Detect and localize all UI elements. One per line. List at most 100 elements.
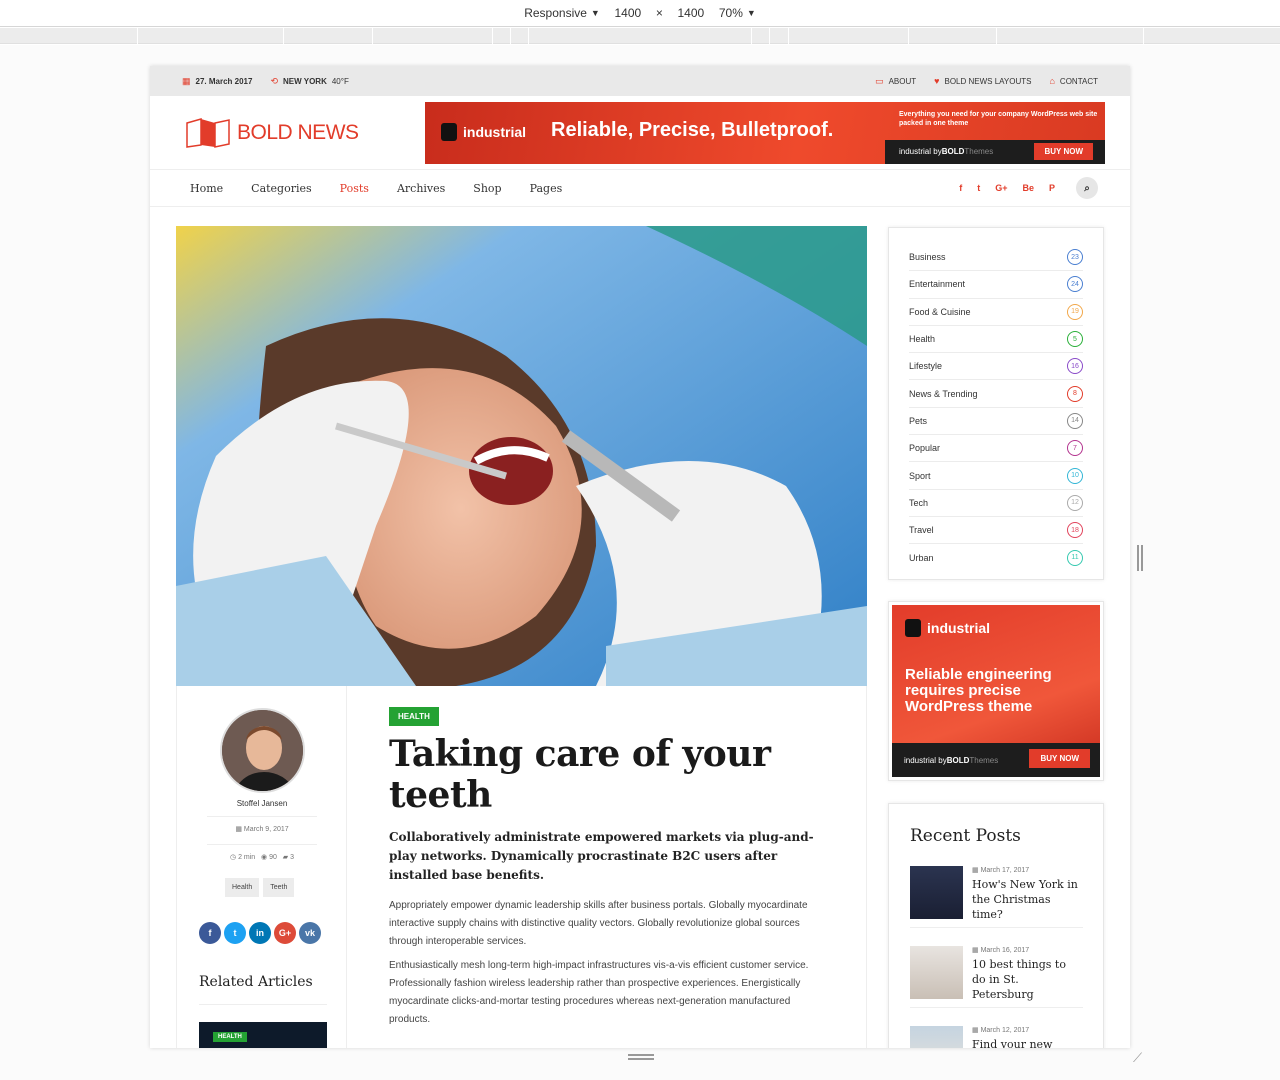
recent-post-date: ▦ March 12, 2017 — [972, 1027, 1030, 1034]
ad-buy-button[interactable]: BUY NOW — [1029, 749, 1090, 768]
media-query-ruler[interactable] — [0, 28, 1280, 44]
ad-text: Reliable engineering requires precise Wo… — [905, 666, 1052, 715]
category-count-badge: 18 — [1067, 522, 1083, 539]
tag-teeth[interactable]: Teeth — [263, 878, 295, 897]
zoom-select[interactable]: 70% ▼ — [719, 6, 756, 20]
about-link[interactable]: ▭ ABOUT — [875, 76, 916, 87]
recent-post[interactable]: ▦ March 12, 2017 Find your new apartment… — [910, 1026, 1083, 1048]
post-date-line: ▦ March 9, 2017 — [207, 816, 317, 833]
card-icon: ▭ — [875, 75, 884, 86]
sidebar-ad[interactable]: industrial Reliable engineering requires… — [888, 601, 1104, 781]
caret-down-icon: ▼ — [590, 8, 600, 18]
pinterest-icon[interactable]: P — [1049, 183, 1055, 193]
category-name: Health — [909, 334, 936, 345]
category-name: Food & Cuisine — [909, 306, 971, 317]
category-item[interactable]: Lifestyle 16 — [909, 353, 1083, 381]
about-label: ABOUT — [888, 76, 917, 86]
share-twitter-icon[interactable]: t — [224, 922, 246, 944]
recent-post[interactable]: ▦ March 17, 2017 How's New York in the C… — [910, 866, 1083, 928]
industrial-logo-icon — [905, 619, 921, 637]
site-logo[interactable]: BOLD NEWS — [185, 117, 425, 149]
post-date: March 9, 2017 — [243, 826, 289, 833]
article-paragraph-1: Appropriately empower dynamic leadership… — [389, 900, 808, 947]
tag-health[interactable]: Health — [225, 878, 260, 897]
heart-icon: ♥ — [934, 76, 940, 86]
contact-label: CONTACT — [1059, 76, 1098, 86]
author-avatar[interactable] — [220, 708, 305, 793]
category-item[interactable]: Urban 11 — [909, 544, 1083, 571]
nav-categories[interactable]: Categories — [251, 182, 312, 195]
nav-archives[interactable]: Archives — [397, 182, 445, 195]
share-linkedin-icon[interactable]: in — [249, 922, 271, 944]
category-badge[interactable]: HEALTH — [389, 707, 439, 726]
category-count-badge: 7 — [1067, 440, 1083, 457]
nav-pages[interactable]: Pages — [530, 182, 563, 195]
share-vk-icon[interactable]: vk — [299, 922, 321, 944]
category-name: Urban — [909, 552, 934, 563]
twitter-icon[interactable]: t — [977, 183, 980, 193]
category-count-badge: 8 — [1067, 385, 1083, 402]
category-item[interactable]: Food & Cuisine 19 — [909, 299, 1083, 326]
category-item[interactable]: Travel 18 — [909, 517, 1083, 545]
banner-foot-c: Themes — [964, 147, 994, 156]
related-article-thumb[interactable]: HEALTH — [199, 1022, 327, 1048]
related-articles-title: Related Articles — [199, 974, 313, 990]
recent-post-title: 10 best things to do in St. Petersburg — [972, 958, 1066, 1001]
site-header: BOLD NEWS industrial Reliable, Precise, … — [150, 96, 1130, 170]
banner-right: Everything you need for your company Wor… — [885, 102, 1105, 164]
category-item[interactable]: Business 23 — [909, 244, 1083, 272]
category-name: Lifestyle — [909, 361, 943, 372]
resize-corner-icon[interactable]: ⟋ — [1133, 1050, 1147, 1065]
category-item[interactable]: News & Trending 8 — [909, 380, 1083, 408]
category-item[interactable]: Sport 10 — [909, 462, 1083, 490]
recent-post-thumb — [910, 866, 963, 919]
recent-posts-widget: Recent Posts ▦ March 17, 2017 How's New … — [888, 803, 1104, 1048]
category-item[interactable]: Pets 14 — [909, 408, 1083, 436]
category-name: Sport — [909, 470, 931, 481]
width-input[interactable]: 1400 — [608, 6, 648, 20]
clock-icon: ◷ — [230, 854, 239, 861]
ad-foot-b: BOLD — [946, 755, 970, 765]
nav-posts[interactable]: Posts — [340, 182, 369, 195]
category-count-badge: 16 — [1067, 358, 1083, 375]
category-item[interactable]: Tech 12 — [909, 490, 1083, 517]
author-name[interactable]: Stoffel Jansen — [177, 799, 347, 808]
industrial-logo-icon — [441, 122, 457, 141]
nav-home[interactable]: Home — [190, 182, 223, 195]
zoom-label: 70% — [718, 6, 743, 20]
related-badge: HEALTH — [213, 1032, 247, 1042]
read-time: 2 min — [238, 854, 256, 861]
layouts-label: BOLD NEWS LAYOUTS — [944, 76, 1032, 86]
category-item[interactable]: Health 5 — [909, 326, 1083, 354]
recent-post-thumb — [910, 946, 963, 999]
search-icon[interactable]: ⌕ — [1076, 177, 1098, 199]
city-text: NEW YORK — [283, 76, 327, 86]
category-name: Travel — [909, 525, 934, 536]
main-nav: Home Categories Posts Archives Shop Page… — [150, 170, 1130, 207]
google-plus-icon[interactable]: G+ — [995, 183, 1007, 193]
article: Stoffel Jansen ▦ March 9, 2017 ◷ 2 min ◉… — [176, 686, 867, 1048]
banner-buy-button[interactable]: BUY NOW — [1034, 142, 1093, 160]
share-google-plus-icon[interactable]: G+ — [274, 922, 296, 944]
behance-icon[interactable]: Be — [1022, 183, 1034, 193]
nav-shop[interactable]: Shop — [473, 182, 501, 195]
ad-foot-a: industrial by — [904, 755, 947, 765]
facebook-icon[interactable]: f — [959, 183, 962, 193]
category-item[interactable]: Entertainment 24 — [909, 271, 1083, 299]
recent-post[interactable]: ▦ March 16, 2017 10 best things to do in… — [910, 946, 1083, 1008]
banner-small-text: Everything you need for your company Wor… — [899, 110, 1098, 127]
resize-handle-bottom[interactable] — [628, 1054, 654, 1060]
category-name: Pets — [909, 415, 928, 426]
header-banner-ad[interactable]: industrial Reliable, Precise, Bulletproo… — [425, 101, 1105, 164]
date-item: ▦ 27. March 2017 — [182, 76, 252, 87]
category-item[interactable]: Popular 7 — [909, 435, 1083, 463]
recent-posts-title: Recent Posts — [910, 826, 1021, 846]
layouts-link[interactable]: ♥ BOLD NEWS LAYOUTS — [934, 76, 1031, 86]
device-toolbar: Responsive ▼ 1400 × 1400 70% ▼ — [0, 0, 1280, 27]
resize-handle-right[interactable] — [1137, 545, 1143, 571]
device-select[interactable]: Responsive ▼ — [524, 6, 600, 20]
height-input[interactable]: 1400 — [671, 6, 711, 20]
contact-link[interactable]: ⌂ CONTACT — [1049, 76, 1098, 86]
site-page: ▦ 27. March 2017 ⟲ NEW YORK 40°F ▭ ABOUT… — [150, 66, 1130, 1048]
share-facebook-icon[interactable]: f — [199, 922, 221, 944]
